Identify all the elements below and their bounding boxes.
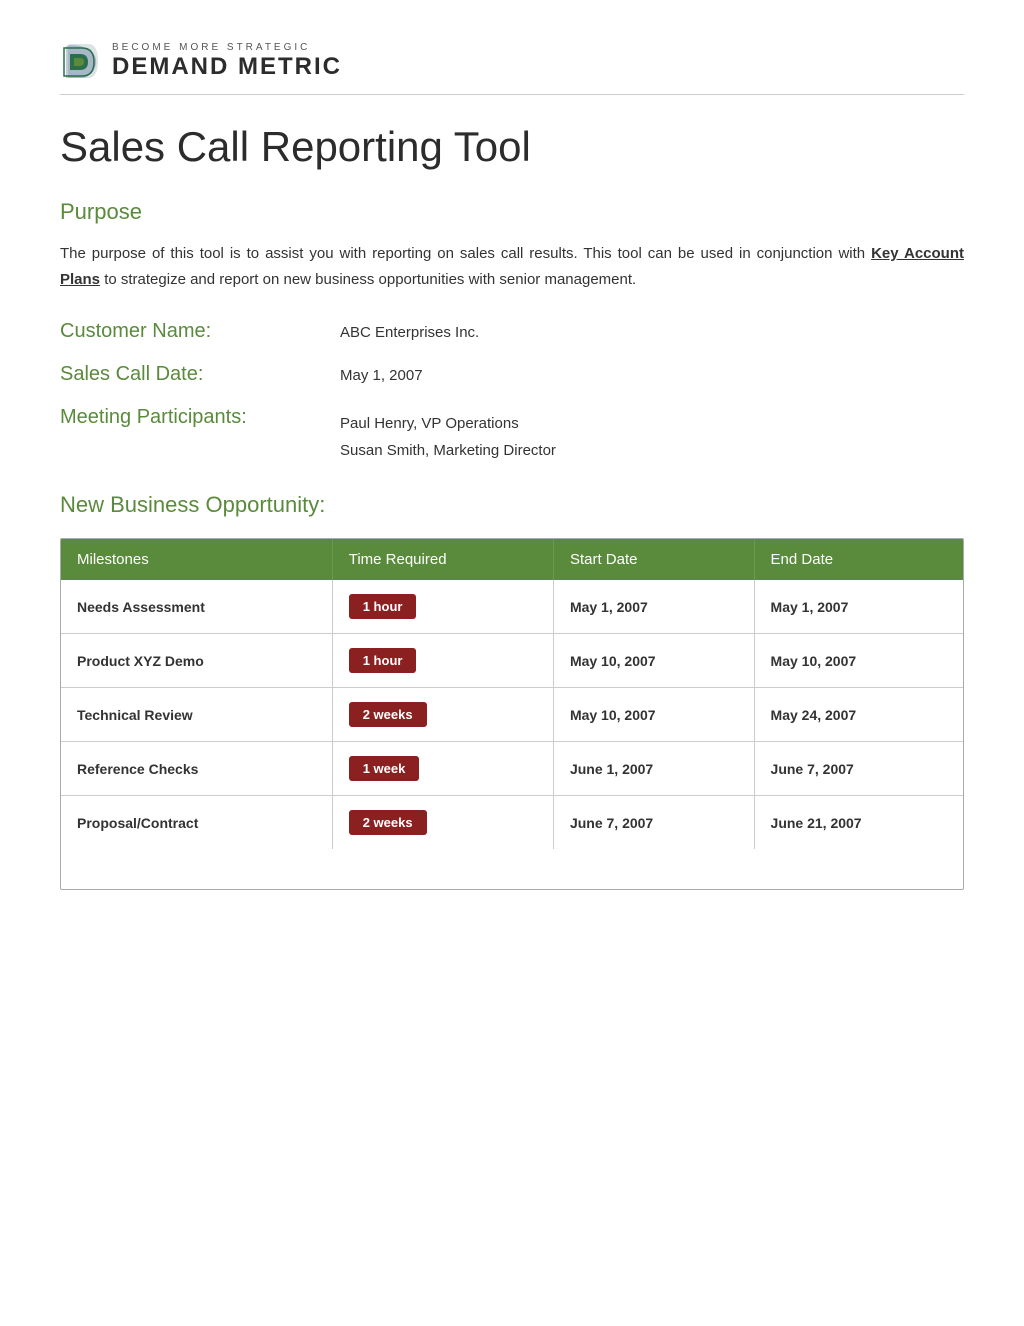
table-body: Needs Assessment 1 hour May 1, 2007May 1, … [61, 580, 963, 849]
meeting-participants-label: Meeting Participants: [60, 406, 340, 429]
logo-tagline: Become More Strategic [112, 42, 342, 53]
table-row: Technical Review 2 weeks May 10, 2007May 2… [61, 688, 963, 742]
customer-name-label: Customer Name: [60, 320, 340, 343]
logo-text-block: Become More Strategic Demand Metric [112, 42, 342, 81]
purpose-text-part2: to strategize and report on new business… [100, 271, 636, 288]
col-end-date: End Date [754, 539, 963, 580]
page-title: Sales Call Reporting Tool [60, 123, 964, 171]
start-date-cell: May 1, 2007 [553, 580, 754, 634]
col-start-date: Start Date [553, 539, 754, 580]
time-required-cell: 1 hour [332, 634, 553, 688]
meeting-participants-row: Meeting Participants: Paul Henry, VP Ope… [60, 406, 964, 464]
milestone-name-cell: Reference Checks [61, 742, 332, 796]
start-date-cell: May 10, 2007 [553, 634, 754, 688]
time-badge: 1 hour [349, 648, 417, 673]
table-row: Needs Assessment 1 hour May 1, 2007May 1, … [61, 580, 963, 634]
table-header-row: Milestones Time Required Start Date End … [61, 539, 963, 580]
milestone-name-cell: Product XYZ Demo [61, 634, 332, 688]
end-date-cell: June 21, 2007 [754, 796, 963, 850]
sales-call-date-row: Sales Call Date: May 1, 2007 [60, 363, 964, 386]
meeting-participants-value: Paul Henry, VP Operations Susan Smith, M… [340, 406, 556, 464]
milestone-name-cell: Needs Assessment [61, 580, 332, 634]
time-badge: 1 week [349, 756, 420, 781]
start-date-cell: May 10, 2007 [553, 688, 754, 742]
time-required-cell: 2 weeks [332, 796, 553, 850]
demand-metric-logo-icon [60, 40, 102, 82]
time-badge: 2 weeks [349, 810, 427, 835]
start-date-cell: June 7, 2007 [553, 796, 754, 850]
end-date-cell: June 7, 2007 [754, 742, 963, 796]
time-badge: 1 hour [349, 594, 417, 619]
time-required-cell: 1 week [332, 742, 553, 796]
end-date-cell: May 1, 2007 [754, 580, 963, 634]
time-required-cell: 1 hour [332, 580, 553, 634]
purpose-heading: Purpose [60, 199, 964, 225]
logo-section: Become More Strategic Demand Metric [60, 40, 964, 95]
table-row: Proposal/Contract 2 weeks June 7, 2007June… [61, 796, 963, 850]
milestones-table: Milestones Time Required Start Date End … [61, 539, 963, 849]
new-business-heading: New Business Opportunity: [60, 492, 964, 518]
sales-call-date-value: May 1, 2007 [340, 363, 423, 384]
table-header: Milestones Time Required Start Date End … [61, 539, 963, 580]
milestones-table-wrapper: Milestones Time Required Start Date End … [60, 538, 964, 890]
start-date-cell: June 1, 2007 [553, 742, 754, 796]
time-required-cell: 2 weeks [332, 688, 553, 742]
table-row: Reference Checks 1 week June 1, 2007June 7… [61, 742, 963, 796]
milestone-name-cell: Proposal/Contract [61, 796, 332, 850]
info-fields: Customer Name: ABC Enterprises Inc. Sale… [60, 320, 964, 464]
col-time-required: Time Required [332, 539, 553, 580]
sales-call-date-label: Sales Call Date: [60, 363, 340, 386]
participant-1: Paul Henry, VP Operations [340, 410, 556, 437]
end-date-cell: May 10, 2007 [754, 634, 963, 688]
table-row: Product XYZ Demo 1 hour May 10, 2007May 10… [61, 634, 963, 688]
milestone-name-cell: Technical Review [61, 688, 332, 742]
customer-name-value: ABC Enterprises Inc. [340, 320, 479, 341]
customer-name-row: Customer Name: ABC Enterprises Inc. [60, 320, 964, 343]
time-badge: 2 weeks [349, 702, 427, 727]
purpose-text: The purpose of this tool is to assist yo… [60, 241, 964, 292]
col-milestones: Milestones [61, 539, 332, 580]
page-container: Become More Strategic Demand Metric Sale… [0, 0, 1024, 950]
purpose-text-part1: The purpose of this tool is to assist yo… [60, 245, 871, 262]
logo-name: Demand Metric [112, 53, 342, 81]
participant-2: Susan Smith, Marketing Director [340, 437, 556, 464]
end-date-cell: May 24, 2007 [754, 688, 963, 742]
